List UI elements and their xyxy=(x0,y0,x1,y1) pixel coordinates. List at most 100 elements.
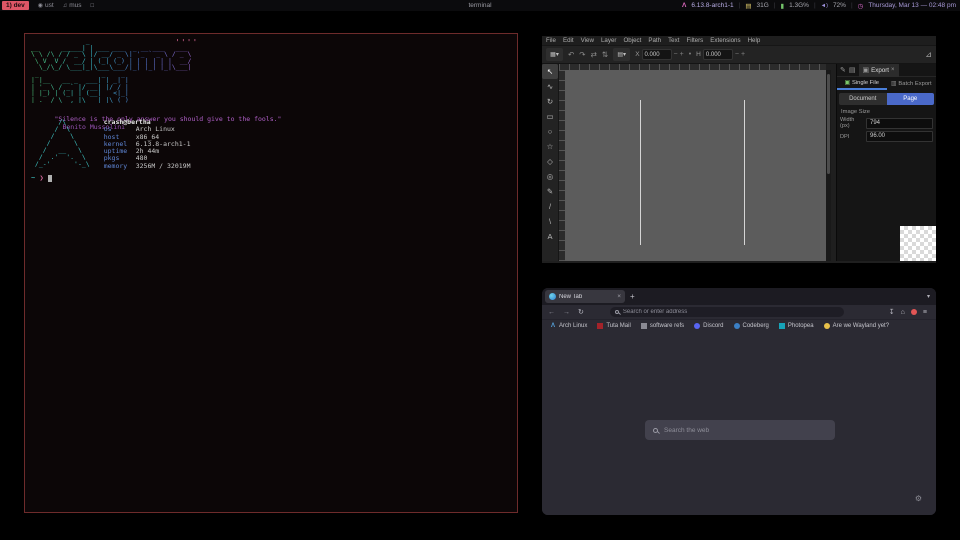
canvas-scrollbar[interactable] xyxy=(826,70,831,261)
tool-node-editor[interactable]: ∿ xyxy=(542,79,558,94)
dialog-tabs-header: ✎ ▤ ▣ Export × xyxy=(837,64,936,77)
memory-usage: 1.3G% xyxy=(789,2,809,9)
terminal-window[interactable]: _ __ _____| | ___ ___ _ __ ___ ___ \ \ /… xyxy=(24,33,518,513)
tool-zoom-rotate[interactable]: ↻ xyxy=(542,94,558,109)
codeberg-icon xyxy=(734,323,740,329)
pencil-icon[interactable]: ✎ xyxy=(840,66,846,74)
menu-object[interactable]: Object xyxy=(623,37,641,44)
tool-ellipse[interactable]: ○ xyxy=(542,124,558,139)
width-row: Width (px) 794 xyxy=(840,117,933,129)
inkscape-body: ↖ ∿ ↻ ▭ ○ ☆ ◇ ◎ ✎ / \ A ✎ xyxy=(542,64,936,261)
reload-icon[interactable]: ↻ xyxy=(578,308,584,316)
tool-pencil[interactable]: ✎ xyxy=(542,184,558,199)
page-guide-left[interactable] xyxy=(640,100,641,245)
web-search-input[interactable] xyxy=(664,427,827,434)
inkscape-menubar: File Edit View Layer Object Path Text Fi… xyxy=(542,36,936,45)
tool-text[interactable]: A xyxy=(542,229,558,244)
close-icon[interactable]: × xyxy=(891,67,895,73)
page-guide-right[interactable] xyxy=(744,100,745,245)
x-increment-button[interactable]: + xyxy=(680,51,684,58)
image-size-label: Image Size xyxy=(841,109,932,115)
menu-layer[interactable]: Layer xyxy=(601,37,616,44)
rotate-cw-icon[interactable]: ↷ xyxy=(579,50,585,59)
menu-edit[interactable]: Edit xyxy=(563,37,574,44)
menu-icon[interactable]: ≡ xyxy=(923,309,927,316)
photopea-icon xyxy=(779,323,785,329)
arch-logo-icon: Λ xyxy=(682,2,686,9)
document-button[interactable]: Document xyxy=(839,93,887,105)
menu-filters[interactable]: Filters xyxy=(686,37,703,44)
tool-options-bar: ▦▾ ↶ ↷ ⇄ ⇅ ▤▾ X 0.000 − + • H 0.000 − + … xyxy=(542,45,936,64)
layers-icon[interactable]: ▤ xyxy=(849,66,856,74)
volume-level: 72% xyxy=(833,2,846,9)
tool-star[interactable]: ☆ xyxy=(542,139,558,154)
url-bar[interactable] xyxy=(610,307,844,317)
extension-icon[interactable] xyxy=(911,309,917,315)
text-cursor xyxy=(48,175,52,182)
lock-ratio-icon[interactable]: • xyxy=(689,51,691,58)
web-search-box[interactable] xyxy=(645,420,835,440)
single-file-tab[interactable]: ▣ Single File xyxy=(837,77,887,90)
tool-pen[interactable]: / xyxy=(542,199,558,214)
new-tab-button[interactable]: + xyxy=(630,292,635,301)
back-icon[interactable]: ← xyxy=(548,309,555,316)
toolbar-icons: ↧ ⌂ ≡ xyxy=(889,308,930,316)
h-decrement-button[interactable]: − xyxy=(735,51,739,58)
scrollbar-thumb[interactable] xyxy=(827,74,830,174)
units-dropdown[interactable]: ▤▾ xyxy=(613,48,630,61)
h-increment-button[interactable]: + xyxy=(741,51,745,58)
menu-text[interactable]: Text xyxy=(668,37,679,44)
bookmark-codeberg[interactable]: Codeberg xyxy=(734,323,769,329)
dpi-row: DPI 96.00 xyxy=(840,131,933,142)
downloads-icon[interactable]: ↧ xyxy=(889,308,895,316)
bookmark-arch-linux[interactable]: ΛArch Linux xyxy=(550,323,587,329)
bookmark-photopea[interactable]: Photopea xyxy=(779,323,814,329)
home-icon[interactable]: ⌂ xyxy=(901,309,905,316)
x-decrement-button[interactable]: − xyxy=(674,51,678,58)
selection-mode-dropdown[interactable]: ▦▾ xyxy=(546,48,563,61)
bookmark-wayland[interactable]: Are we Wayland yet? xyxy=(824,323,889,329)
dpi-input[interactable]: 96.00 xyxy=(866,131,933,142)
menu-path[interactable]: Path xyxy=(648,37,661,44)
bookmark-discord[interactable]: Discord xyxy=(694,323,723,329)
status-modules: Λ 6.13.8-arch1-1 | ▤ 31G | ▮ 1.3G% | ◄) … xyxy=(682,2,960,10)
menu-extensions[interactable]: Extensions xyxy=(710,37,740,44)
tool-rectangle[interactable]: ▭ xyxy=(542,109,558,124)
bookmark-software-refs[interactable]: software refs xyxy=(641,323,684,329)
close-tab-icon[interactable]: × xyxy=(617,293,621,300)
menu-help[interactable]: Help xyxy=(748,37,761,44)
tool-selector[interactable]: ↖ xyxy=(542,64,558,79)
tab-list-chevron-icon[interactable]: ▾ xyxy=(927,293,930,300)
h-value-input[interactable]: 0.000 xyxy=(703,49,733,60)
datetime: Thursday, Mar 13 — 02:48 pm xyxy=(868,2,956,9)
x-value-input[interactable]: 0.000 xyxy=(642,49,672,60)
canvas[interactable] xyxy=(565,70,826,261)
flip-horizontal-icon[interactable]: ⇄ xyxy=(591,50,597,59)
tool-box-3d[interactable]: ◇ xyxy=(542,154,558,169)
volume-icon[interactable]: ◄) xyxy=(821,3,828,9)
fetch-info: crash@bertha osArch Linux hostx86_64 ker… xyxy=(104,119,191,170)
bookmark-tuta-mail[interactable]: Tuta Mail xyxy=(597,323,630,329)
menu-file[interactable]: File xyxy=(546,37,556,44)
batch-export-tab[interactable]: ▥ Batch Export xyxy=(887,77,937,90)
snap-controls-icon[interactable]: ⊿ xyxy=(925,50,932,59)
width-input[interactable]: 794 xyxy=(866,118,933,129)
tab-new-tab[interactable]: New Tab × xyxy=(545,290,625,303)
export-dialog-tab[interactable]: ▣ Export × xyxy=(859,64,899,77)
flip-vertical-icon[interactable]: ⇅ xyxy=(602,50,608,59)
url-input[interactable] xyxy=(623,309,839,315)
browser-window: New Tab × + ▾ ← → ↻ ↧ ⌂ ≡ ΛArch Linux Tu… xyxy=(542,288,936,515)
status-bar: 1) dev ◉ ust ♫ mus □ terminal Λ 6.13.8-a… xyxy=(0,0,960,11)
tool-spiral[interactable]: ◎ xyxy=(542,169,558,184)
page-button[interactable]: Page xyxy=(887,93,935,105)
shell-prompt[interactable]: ~ ❯ xyxy=(31,174,52,182)
rotate-ccw-icon[interactable]: ↶ xyxy=(568,50,574,59)
menu-view[interactable]: View xyxy=(581,37,594,44)
forward-icon[interactable]: → xyxy=(563,309,570,316)
export-icon: ▣ xyxy=(863,66,870,74)
page-settings-gear-icon[interactable]: ⚙ xyxy=(915,494,922,503)
welcome-ascii-art: _ __ _____| | ___ ___ _ __ ___ ___ \ \ /… xyxy=(31,38,191,103)
tool-calligraphy[interactable]: \ xyxy=(542,214,558,229)
batch-export-icon: ▥ xyxy=(891,81,896,87)
arch-ascii-logo: /\ / \ / \ / \ / __ \ / .' '. \ /_-' '-_… xyxy=(31,119,90,170)
